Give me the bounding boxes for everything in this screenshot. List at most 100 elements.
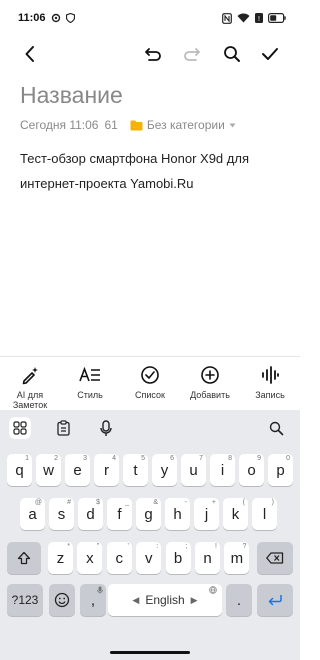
checklist-button[interactable]: Список xyxy=(120,365,180,400)
key-label: j xyxy=(204,505,209,523)
note-meta: Сегодня 11:06 61 Без категории xyxy=(20,118,236,132)
space-arrow-right-icon: ▶ xyxy=(190,594,198,605)
key-hint: : xyxy=(156,543,159,550)
category-label: Без категории xyxy=(146,118,225,132)
period-key[interactable]: . xyxy=(226,584,252,616)
note-title-input[interactable]: Название xyxy=(20,82,123,109)
key-j[interactable]: + j xyxy=(194,498,219,530)
key-y[interactable]: 6y xyxy=(152,454,177,486)
home-indicator xyxy=(110,651,190,654)
key-i[interactable]: 8i xyxy=(210,454,235,486)
key-hint: ) xyxy=(271,499,274,506)
key-s[interactable]: # s xyxy=(49,498,74,530)
key-t[interactable]: 5t xyxy=(123,454,148,486)
enter-key[interactable] xyxy=(257,584,293,616)
comma-label: , xyxy=(90,591,96,609)
key-hint: _ xyxy=(125,499,129,506)
key-label: b xyxy=(173,549,183,567)
key-label: e xyxy=(73,461,82,479)
ai-notes-button[interactable]: AI для Заметок xyxy=(0,365,60,410)
key-label: z xyxy=(56,549,65,567)
key-hint: 8 xyxy=(228,455,232,462)
key-label: h xyxy=(173,505,182,523)
undo-button[interactable] xyxy=(139,36,167,72)
ai-notes-label: AI для Заметок xyxy=(12,390,48,410)
back-button[interactable] xyxy=(16,36,44,72)
key-hint: 3 xyxy=(83,455,87,462)
clipboard-button[interactable] xyxy=(52,417,74,439)
svg-text:!: ! xyxy=(258,16,260,23)
symbols-key[interactable]: ?123 xyxy=(7,584,43,616)
redo-icon xyxy=(184,48,200,61)
key-v[interactable]: :v xyxy=(136,542,162,574)
key-u[interactable]: 7u xyxy=(181,454,206,486)
keyboard-search-button[interactable] xyxy=(265,417,287,439)
redo-button[interactable] xyxy=(178,36,206,72)
key-k[interactable]: (k xyxy=(223,498,248,530)
globe-icon xyxy=(209,586,217,594)
search-button[interactable] xyxy=(218,36,246,72)
add-attachment-button[interactable]: Добавить xyxy=(180,365,240,400)
space-key[interactable]: ◀ English ▶ xyxy=(108,584,222,616)
key-l[interactable]: ) l xyxy=(252,498,277,530)
key-label: v xyxy=(144,549,153,567)
status-time: 11:06 xyxy=(18,12,46,24)
key-p[interactable]: 0p xyxy=(268,454,293,486)
key-b[interactable]: ; b xyxy=(165,542,191,574)
key-hint: & xyxy=(153,499,158,506)
key-label: m xyxy=(230,549,244,567)
key-g[interactable]: & g xyxy=(136,498,161,530)
shift-arrow-icon xyxy=(17,551,31,565)
key-f[interactable]: _ f xyxy=(107,498,132,530)
mic-mini-icon xyxy=(97,586,103,594)
key-h[interactable]: -h xyxy=(165,498,190,530)
check-icon xyxy=(262,48,278,60)
key-c[interactable]: ' c xyxy=(106,542,132,574)
key-hint: - xyxy=(184,499,187,506)
key-m[interactable]: ? m xyxy=(224,542,250,574)
key-label: o xyxy=(247,461,256,479)
backspace-icon xyxy=(266,552,284,564)
key-e[interactable]: 3e xyxy=(65,454,90,486)
record-button[interactable]: Запись xyxy=(240,365,300,400)
apps-button[interactable] xyxy=(9,417,31,439)
backspace-key[interactable] xyxy=(257,542,293,574)
checklist-label: Список xyxy=(135,390,165,400)
key-label: s xyxy=(57,505,66,523)
key-hint: ; xyxy=(185,543,188,550)
key-label: t xyxy=(133,461,138,479)
confirm-button[interactable] xyxy=(256,36,284,72)
voice-input-button[interactable] xyxy=(95,417,117,439)
folder-icon xyxy=(130,120,143,130)
nfc-icon xyxy=(222,12,232,24)
key-n[interactable]: ! n xyxy=(195,542,220,574)
category-selector[interactable]: Без категории xyxy=(130,118,236,132)
key-hint: 6 xyxy=(170,455,174,462)
key-w[interactable]: 2w xyxy=(36,454,61,486)
key-hint: 0 xyxy=(286,455,290,462)
space-arrow-left-icon: ◀ xyxy=(132,594,140,605)
key-a[interactable]: @ a xyxy=(20,498,45,530)
magic-pen-icon xyxy=(22,367,38,385)
text-style-button[interactable]: Стиль xyxy=(60,365,120,400)
key-o[interactable]: 9o xyxy=(239,454,264,486)
keyboard-toolbar xyxy=(0,410,300,446)
key-d[interactable]: $ d xyxy=(78,498,103,530)
shift-key[interactable] xyxy=(7,542,41,574)
key-label: d xyxy=(86,505,95,523)
key-hint: 5 xyxy=(141,455,145,462)
dropdown-arrow-icon xyxy=(229,123,236,127)
battery-icon xyxy=(268,13,286,23)
emoji-key[interactable] xyxy=(49,584,75,616)
key-hint: # xyxy=(67,499,71,506)
back-arrow-icon xyxy=(25,46,34,62)
key-label: g xyxy=(144,505,153,523)
comma-key[interactable]: , xyxy=(80,584,106,616)
key-q[interactable]: 1q xyxy=(7,454,32,486)
key-z[interactable]: * z xyxy=(48,542,73,574)
note-body-input[interactable]: Тест-обзор смартфона Honor X9d для интер… xyxy=(20,146,280,196)
key-x[interactable]: " x xyxy=(77,542,103,574)
settings-gear-icon xyxy=(51,13,60,23)
key-hint: 4 xyxy=(112,455,116,462)
key-r[interactable]: 4r xyxy=(94,454,119,486)
